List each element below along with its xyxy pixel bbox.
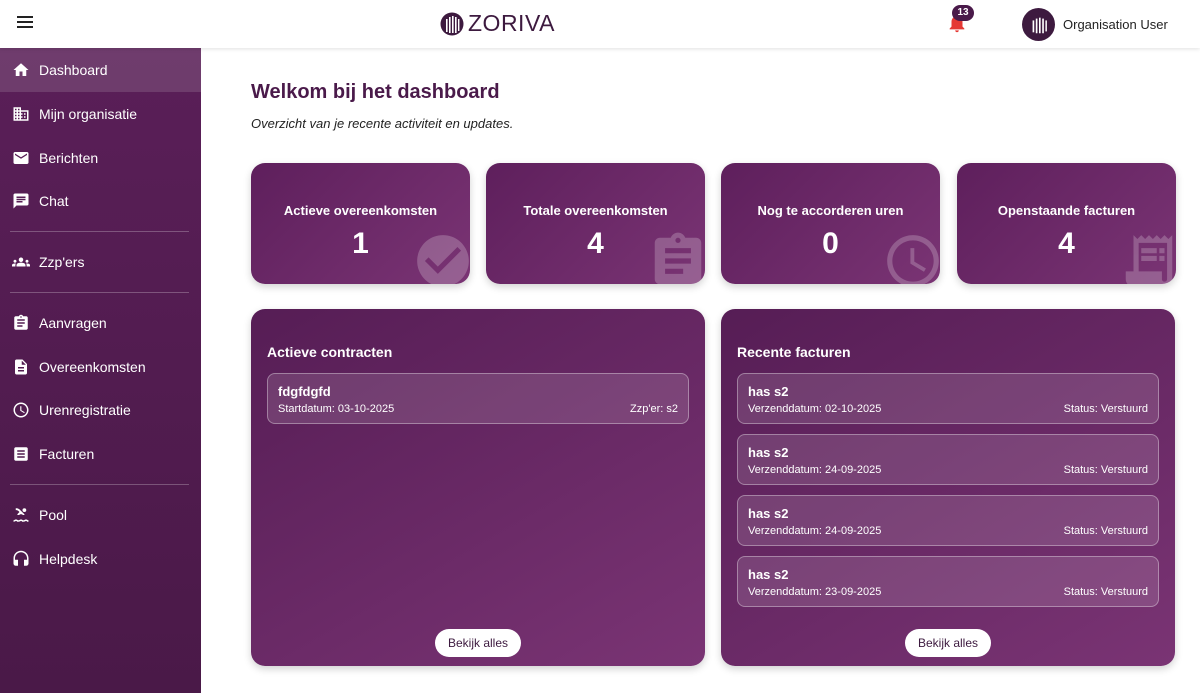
sidebar-item-label: Pool <box>39 507 68 523</box>
sidebar-divider <box>10 231 189 232</box>
invoice-row[interactable]: has s2 Verzenddatum: 02-10-2025 Status: … <box>737 373 1159 424</box>
receipt-icon <box>1125 235 1173 284</box>
sidebar-item-label: Urenregistratie <box>39 402 131 418</box>
brand-logo[interactable]: ZORIVA <box>440 10 555 37</box>
top-bar: ZORIVA 13 Organisation User <box>0 0 1200 48</box>
sidebar-item-facturen[interactable]: Facturen <box>0 432 201 476</box>
stat-card-totale-overeenkomsten[interactable]: Totale overeenkomsten 4 <box>486 163 705 284</box>
sidebar-item-label: Overeenkomsten <box>39 359 146 375</box>
clipboard-icon <box>654 232 702 284</box>
sidebar-item-label: Facturen <box>39 446 95 462</box>
stat-card-nog-te-accorderen-uren[interactable]: Nog te accorderen uren 0 <box>721 163 940 284</box>
list-icon <box>12 445 30 463</box>
headset-icon <box>12 550 30 568</box>
sidebar: Dashboard Mijn organisatie Berichten Cha… <box>0 48 201 693</box>
building-icon <box>12 105 30 123</box>
invoice-row[interactable]: has s2 Verzenddatum: 24-09-2025 Status: … <box>737 434 1159 485</box>
clipboard-icon <box>12 314 30 332</box>
invoice-name: has s2 <box>748 384 789 399</box>
sidebar-divider <box>10 292 189 293</box>
stat-card-actieve-overeenkomsten[interactable]: Actieve overeenkomsten 1 <box>251 163 470 284</box>
sidebar-item-dashboard[interactable]: Dashboard <box>0 48 201 92</box>
clock-icon <box>887 235 939 284</box>
menu-icon[interactable] <box>17 16 33 30</box>
clock-icon <box>12 401 30 419</box>
stat-label: Openstaande facturen <box>997 203 1136 218</box>
invoice-name: has s2 <box>748 506 789 521</box>
panel-title: Actieve contracten <box>267 344 393 360</box>
invoice-row[interactable]: has s2 Verzenddatum: 24-09-2025 Status: … <box>737 495 1159 546</box>
page-subtitle: Overzicht van je recente activiteit en u… <box>251 116 514 131</box>
sidebar-item-overeenkomsten[interactable]: Overeenkomsten <box>0 345 201 389</box>
sidebar-item-label: Aanvragen <box>39 315 107 331</box>
home-icon <box>12 61 30 79</box>
stat-label: Totale overeenkomsten <box>523 203 668 218</box>
stat-card-openstaande-facturen[interactable]: Openstaande facturen 4 <box>957 163 1176 284</box>
invoice-status: Status: Verstuurd <box>1063 525 1148 537</box>
invoice-status: Status: Verstuurd <box>1063 403 1148 415</box>
stat-label: Nog te accorderen uren <box>757 203 904 218</box>
page-title: Welkom bij het dashboard <box>251 81 500 103</box>
sidebar-item-label: Helpdesk <box>39 551 98 567</box>
invoice-row[interactable]: has s2 Verzenddatum: 23-09-2025 Status: … <box>737 556 1159 607</box>
avatar <box>1022 8 1055 41</box>
stat-label: Actieve overeenkomsten <box>283 203 438 218</box>
invoice-date: Verzenddatum: 24-09-2025 <box>748 464 882 476</box>
sidebar-item-aanvragen[interactable]: Aanvragen <box>0 301 201 345</box>
contract-start-date: Startdatum: 03-10-2025 <box>278 403 395 415</box>
sidebar-item-label: Zzp'ers <box>39 254 85 270</box>
pool-icon <box>12 506 30 524</box>
sidebar-item-zzpers[interactable]: Zzp'ers <box>0 240 201 284</box>
invoice-date: Verzenddatum: 24-09-2025 <box>748 525 882 537</box>
check-circle-icon <box>417 235 469 284</box>
user-menu[interactable]: Organisation User <box>1022 8 1168 41</box>
document-icon <box>12 358 30 376</box>
view-all-invoices-button[interactable]: Bekijk alles <box>905 629 991 657</box>
invoice-name: has s2 <box>748 567 789 582</box>
avatar-logo-icon <box>1032 17 1047 33</box>
contract-row[interactable]: fdgfdgfd Startdatum: 03-10-2025 Zzp'er: … <box>267 373 689 424</box>
sidebar-item-pool[interactable]: Pool <box>0 493 201 537</box>
logo-mark-icon <box>440 12 464 35</box>
people-icon <box>12 253 30 271</box>
recent-invoices-panel: Recente facturen has s2 Verzenddatum: 02… <box>721 309 1175 666</box>
sidebar-item-label: Mijn organisatie <box>39 106 138 122</box>
invoice-status: Status: Verstuurd <box>1063 586 1148 598</box>
mail-icon <box>12 149 30 167</box>
sidebar-item-berichten[interactable]: Berichten <box>0 136 201 180</box>
view-all-contracts-button[interactable]: Bekijk alles <box>435 629 521 657</box>
brand-name: ZORIVA <box>468 10 555 36</box>
panel-title: Recente facturen <box>737 344 851 360</box>
user-name: Organisation User <box>1063 17 1168 32</box>
invoice-date: Verzenddatum: 23-09-2025 <box>748 586 882 598</box>
sidebar-item-label: Dashboard <box>39 62 108 78</box>
sidebar-item-urenregistratie[interactable]: Urenregistratie <box>0 388 201 432</box>
sidebar-item-chat[interactable]: Chat <box>0 179 201 223</box>
sidebar-item-helpdesk[interactable]: Helpdesk <box>0 537 201 581</box>
notification-badge: 13 <box>952 5 974 21</box>
contract-name: fdgfdgfd <box>278 384 331 399</box>
sidebar-item-label: Chat <box>39 193 69 209</box>
sidebar-item-mijn-organisatie[interactable]: Mijn organisatie <box>0 92 201 136</box>
invoice-date: Verzenddatum: 02-10-2025 <box>748 403 882 415</box>
invoice-status: Status: Verstuurd <box>1063 464 1148 476</box>
sidebar-item-label: Berichten <box>39 150 99 166</box>
active-contracts-panel: Actieve contracten fdgfdgfd Startdatum: … <box>251 309 705 666</box>
contract-zzp: Zzp'er: s2 <box>630 403 678 415</box>
invoice-name: has s2 <box>748 445 789 460</box>
chat-icon <box>12 192 30 210</box>
sidebar-divider <box>10 484 189 485</box>
